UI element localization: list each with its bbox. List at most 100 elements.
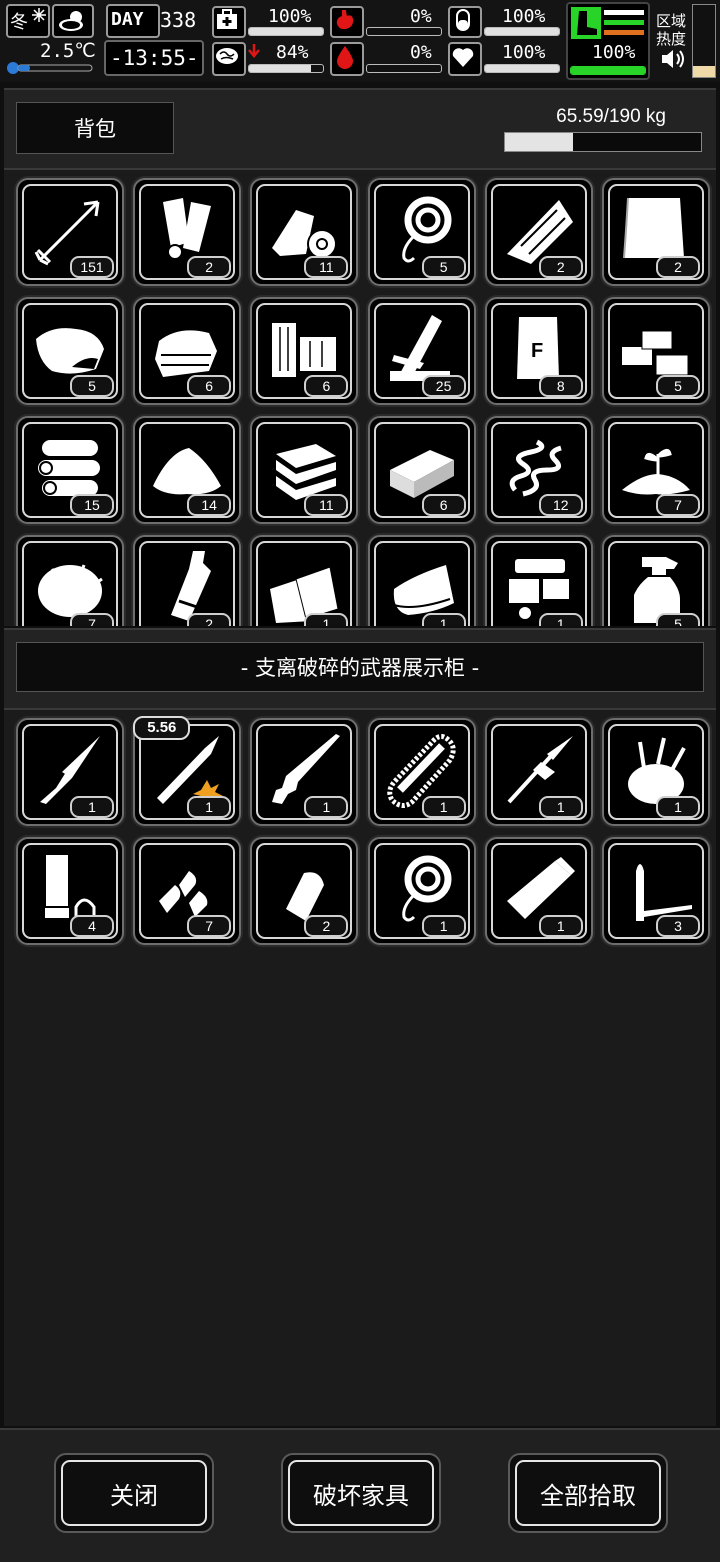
item-count-badge: 5: [656, 613, 700, 626]
item-count-badge: 15: [70, 494, 114, 516]
item-count-badge: 25: [421, 375, 466, 397]
backpack-item-slot[interactable]: 5: [16, 297, 124, 405]
sleep-bar: [484, 27, 560, 36]
weather-box: [52, 4, 94, 38]
backpack-item-slot[interactable]: 11: [250, 416, 359, 524]
item-count-badge: 5: [421, 256, 466, 278]
mood-bar: [484, 64, 560, 73]
backpack-item-slot[interactable]: 151: [16, 178, 124, 286]
backpack-item-slot[interactable]: 6: [250, 297, 359, 405]
container-grid: 1 1 5.56 1 1 1 1 4 7 2 1 1 3: [4, 710, 716, 1426]
container-item-slot[interactable]: 7: [133, 837, 242, 945]
water-drop-icon: [337, 46, 353, 69]
stomach-icon-box: [330, 6, 364, 38]
item-count-badge: 1: [187, 796, 232, 818]
backpack-item-slot[interactable]: 25: [367, 297, 476, 405]
container-item-slot[interactable]: 1: [367, 837, 476, 945]
season-box: 冬: [6, 4, 50, 38]
heart-icon: [452, 48, 474, 67]
container-item-slot[interactable]: 3: [602, 837, 710, 945]
backpack-item-slot[interactable]: 1: [367, 535, 476, 626]
item-count-badge: 2: [538, 256, 583, 278]
backpack-item-slot[interactable]: 12: [484, 416, 593, 524]
container-item-slot[interactable]: 4: [16, 837, 124, 945]
mood-pct: 100%: [502, 42, 546, 63]
container-item-slot[interactable]: 1: [367, 718, 476, 826]
health-bar: [248, 27, 324, 36]
item-count-badge: 7: [70, 613, 114, 626]
svg-text:F: F: [531, 340, 543, 362]
clock-time: -13:55-: [110, 46, 199, 70]
medkit-icon-box: [212, 6, 246, 38]
backpack-item-slot[interactable]: 5: [602, 535, 710, 626]
backpack-item-slot[interactable]: 2: [133, 535, 242, 626]
destroy-furniture-button[interactable]: 破坏家具: [281, 1453, 441, 1533]
backpack-item-slot[interactable]: 15: [16, 416, 124, 524]
backpack-item-slot[interactable]: 1: [250, 535, 359, 626]
container-item-slot[interactable]: 1 5.56: [133, 716, 242, 826]
backpack-item-slot[interactable]: 2: [484, 178, 593, 286]
partly-cloudy-icon: [59, 11, 83, 31]
item-count-badge: 1: [304, 613, 349, 626]
backpack-grid: 151 2 11 5 2 2 5 6 6 25 F 8 5 15 14 11 6 12 7 7 2 1 1 1 5: [4, 170, 716, 626]
backpack-item-slot[interactable]: 7: [16, 535, 124, 626]
container-item-slot[interactable]: 1: [250, 718, 359, 826]
backpack-item-slot[interactable]: 14: [133, 416, 242, 524]
status-hud: 冬 2.5℃ DAY 338 -13:55- 100% 84% 0% 0% 10…: [0, 0, 720, 82]
take-all-button[interactable]: 全部拾取: [508, 1453, 668, 1533]
backpack-item-slot[interactable]: 1: [484, 535, 593, 626]
backpack-item-slot[interactable]: F8: [484, 297, 593, 405]
health-pct: 100%: [268, 6, 312, 27]
backpack-item-slot[interactable]: 7: [602, 416, 710, 524]
container-title: - 支离破碎的武器展示柜 -: [240, 656, 480, 680]
backpack-title: 背包: [74, 117, 116, 141]
close-button-label: 关闭: [61, 1460, 207, 1526]
item-count-badge: 1: [70, 796, 114, 818]
sleep-pct: 100%: [502, 6, 546, 27]
health-bar-fill: [249, 28, 323, 35]
item-count-badge: 11: [304, 256, 349, 278]
item-count-badge: 7: [187, 915, 232, 937]
thirst-pct: 0%: [410, 42, 432, 63]
medkit-icon: [217, 9, 237, 29]
backpack-item-slot[interactable]: 11: [250, 178, 359, 286]
item-count-badge: 11: [304, 494, 349, 516]
hunger-pct: 0%: [410, 6, 432, 27]
stamina-stripes-icon: [604, 10, 644, 35]
boot-icon: [571, 7, 601, 39]
backpack-item-slot[interactable]: 2: [133, 178, 242, 286]
heart-icon-box: [448, 42, 482, 76]
weight-bar-fill: [505, 133, 573, 151]
container-item-slot[interactable]: 1: [602, 718, 710, 826]
container-item-slot[interactable]: 1: [16, 718, 124, 826]
backpack-header: 背包 65.59/190 kg: [4, 88, 716, 170]
item-count-badge: 4: [70, 915, 114, 937]
item-count-badge: 2: [656, 256, 700, 278]
backpack-item-slot[interactable]: 6: [133, 297, 242, 405]
item-count-badge: 12: [538, 494, 583, 516]
pill-icon-box: [448, 6, 482, 38]
zone-heat-fill: [693, 66, 715, 77]
brain-icon-box: [212, 42, 246, 76]
backpack-item-slot[interactable]: 6: [367, 416, 476, 524]
item-count-badge: 1: [421, 613, 466, 626]
close-button[interactable]: 关闭: [54, 1453, 214, 1533]
container-item-slot[interactable]: 1: [484, 837, 593, 945]
container-item-slot[interactable]: 2: [250, 837, 359, 945]
backpack-item-slot[interactable]: 5: [602, 297, 710, 405]
thirst-bar: [366, 64, 442, 73]
item-count-badge: 6: [304, 375, 349, 397]
backpack-item-slot[interactable]: 2: [602, 178, 710, 286]
speaker-icon[interactable]: [660, 48, 688, 70]
item-count-badge: 1: [538, 796, 583, 818]
item-count-badge: 1: [656, 796, 700, 818]
item-count-badge: 2: [304, 915, 349, 937]
container-item-slot[interactable]: 1: [484, 718, 593, 826]
item-count-badge: 14: [187, 494, 232, 516]
item-count-badge: 6: [421, 494, 466, 516]
backpack-item-slot[interactable]: 5: [367, 178, 476, 286]
container-header: - 支离破碎的武器展示柜 -: [4, 628, 716, 710]
item-count-badge: 3: [656, 915, 700, 937]
brain-icon: [216, 48, 238, 64]
item-count-badge: 151: [70, 256, 114, 278]
